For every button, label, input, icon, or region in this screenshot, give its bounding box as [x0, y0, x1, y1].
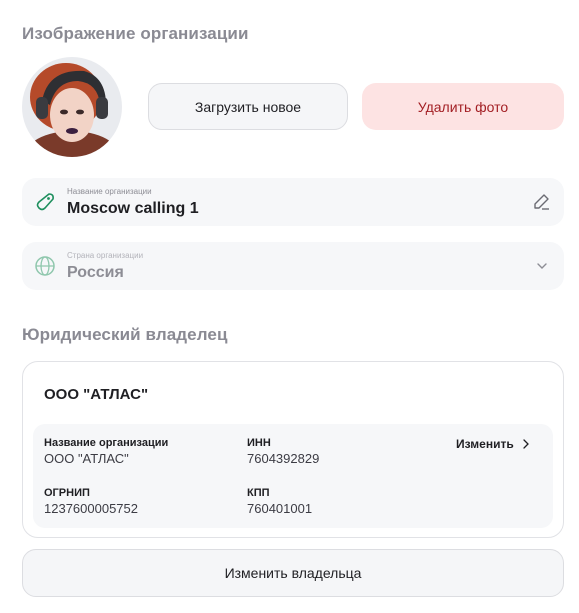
- org-name-value: ООО "АТЛАС": [44, 451, 129, 466]
- owner-section-title: Юридический владелец: [22, 325, 228, 344]
- owner-details-panel: Название организации ООО "АТЛАС" ИНН 760…: [33, 424, 553, 528]
- ogrnip-value: 1237600005752: [44, 501, 138, 516]
- inn-value: 7604392829: [247, 451, 320, 466]
- image-section-title: Изображение организации: [22, 24, 249, 43]
- delete-photo-button[interactable]: Удалить фото: [362, 83, 564, 130]
- organization-country-value: Россия: [67, 264, 124, 281]
- ogrnip-label: ОГРНИП: [44, 487, 90, 499]
- organization-avatar: [22, 57, 122, 157]
- upload-new-button[interactable]: Загрузить новое: [148, 83, 348, 130]
- change-details-link[interactable]: Изменить: [456, 437, 531, 451]
- kpp-value: 760401001: [247, 501, 313, 516]
- legal-owner-card: ООО "АТЛАС" Название организации ООО "АТ…: [22, 361, 564, 538]
- organization-country-field[interactable]: Страна организации Россия: [22, 242, 564, 290]
- tag-icon: [34, 191, 56, 213]
- org-name-label: Название организации: [44, 437, 169, 449]
- chevron-right-icon: [523, 439, 529, 449]
- change-owner-button[interactable]: Изменить владельца: [22, 549, 564, 597]
- organization-name-value: Moscow calling 1: [67, 200, 199, 217]
- owner-name: ООО "АТЛАС": [44, 386, 149, 403]
- organization-name-field[interactable]: Название организации Moscow calling 1: [22, 178, 564, 226]
- organization-name-label: Название организации: [67, 187, 152, 196]
- change-details-label: Изменить: [456, 437, 514, 451]
- organization-country-label: Страна организации: [67, 251, 144, 260]
- inn-label: ИНН: [247, 437, 271, 449]
- edit-pencil-icon[interactable]: [532, 192, 552, 212]
- chevron-down-icon[interactable]: [532, 256, 552, 276]
- globe-icon: [34, 255, 56, 277]
- kpp-label: КПП: [247, 487, 270, 499]
